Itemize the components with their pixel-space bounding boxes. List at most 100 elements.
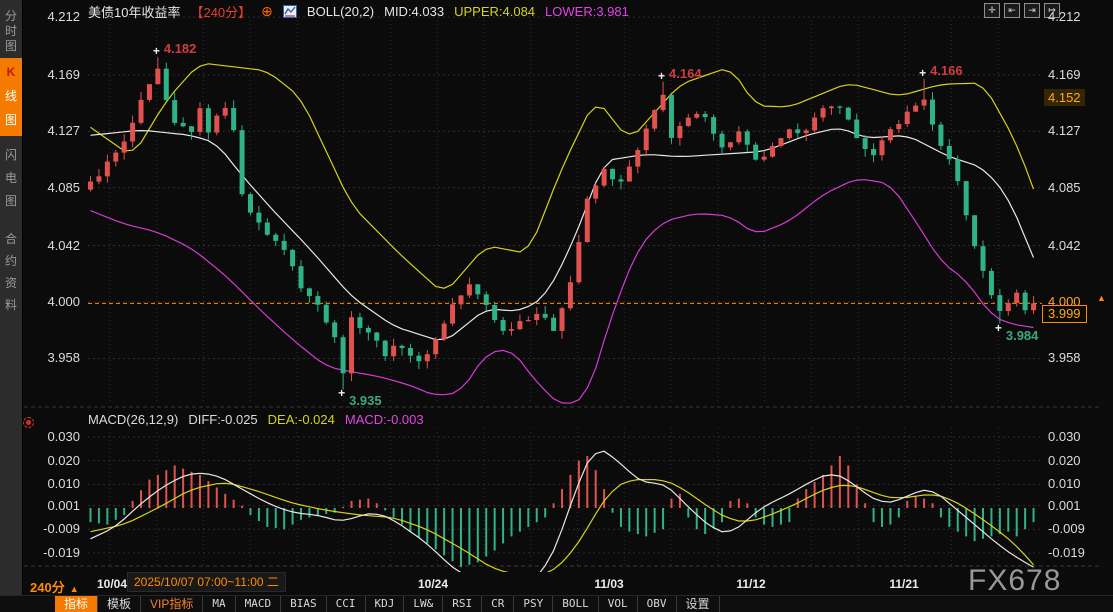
tab-settings[interactable]: 设置 <box>677 596 720 612</box>
sidebar-item-char: 料 <box>0 294 22 316</box>
sidebar-item-char: K <box>0 60 22 84</box>
sidebar-item-char: 图 <box>0 108 22 132</box>
tab-vol[interactable]: VOL <box>599 596 638 612</box>
price-tick-right: 4.085 <box>1048 180 1081 195</box>
tab-obv[interactable]: OBV <box>638 596 677 612</box>
current-price-label: 3.999 <box>1042 305 1087 323</box>
x-axis-date-label: 10/04 <box>97 577 127 591</box>
macd-tick-left: -0.009 <box>28 521 80 536</box>
sidebar-item-char: 图 <box>0 190 22 213</box>
price-tick-left: 4.212 <box>28 9 80 24</box>
sidebar-item-contract-info[interactable]: 合约资料 <box>0 226 22 322</box>
extreme-cross-marker: + <box>919 68 926 78</box>
price-tick-right: 4.042 <box>1048 238 1081 253</box>
circle-plus-icon[interactable]: ⊕ <box>261 5 273 18</box>
timeframe-label[interactable]: 240分▲ <box>30 577 79 596</box>
macd-tick-right: 0.001 <box>1048 498 1081 513</box>
extreme-price-annotation: 3.984 <box>1006 328 1039 343</box>
macd-tick-left: 0.001 <box>28 498 80 513</box>
extreme-price-annotation: 4.164 <box>669 66 702 81</box>
kline-app: 分时图K线图闪电图合约资料 美债10年收益率 【240分】 ⊕ BOLL(20,… <box>0 0 1113 612</box>
x-axis-date-label: 11/03 <box>594 577 623 591</box>
extreme-price-annotation: 4.166 <box>930 63 963 78</box>
instrument-title: 美债10年收益率 <box>88 2 180 21</box>
candle-info-tooltip: 2025/10/07 07:00~11:00 二 <box>127 572 286 592</box>
macd-tick-left: 0.010 <box>28 476 80 491</box>
interval-tag[interactable]: 【240分】 <box>190 2 251 21</box>
x-axis-date-label: 11/12 <box>736 577 765 591</box>
sidebar-item-char: 分 <box>0 9 22 24</box>
price-tick-right: 3.958 <box>1048 350 1081 365</box>
dea-value: DEA:-0.024 <box>268 412 335 427</box>
price-tick-left: 4.169 <box>28 67 80 82</box>
pan-icon[interactable]: ✛ <box>984 3 1000 18</box>
price-tick-left: 4.085 <box>28 180 80 195</box>
sidebar-item-char: 闪 <box>0 144 22 167</box>
sidebar-item-kline-chart[interactable]: K线图 <box>0 58 22 136</box>
tab-bias[interactable]: BIAS <box>281 596 327 612</box>
sidebar-item-char: 电 <box>0 167 22 190</box>
macd-indicator-labels: MACD(26,12,9) DIFF:-0.025 DEA:-0.024 MAC… <box>88 412 424 427</box>
tab-kdj[interactable]: KDJ <box>366 596 405 612</box>
tab-cr[interactable]: CR <box>482 596 514 612</box>
indicator-tabbar: 指标模板VIP指标MAMACDBIASCCIKDJLW&RSICRPSYBOLL… <box>0 595 1113 612</box>
tab-psy[interactable]: PSY <box>514 596 553 612</box>
macd-value: MACD:-0.003 <box>345 412 424 427</box>
price-tick-left: 4.127 <box>28 123 80 138</box>
price-tick-right: 4.169 <box>1048 67 1081 82</box>
tab-rsi[interactable]: RSI <box>443 596 482 612</box>
tab-lw[interactable]: LW& <box>404 596 443 612</box>
boll-params: BOLL(20,2) <box>307 4 374 19</box>
tab-vip-indicator[interactable]: VIP指标 <box>141 596 203 612</box>
sidebar-item-char: 图 <box>0 39 22 54</box>
tab-template[interactable]: 模板 <box>98 596 141 612</box>
tab-boll[interactable]: BOLL <box>553 596 599 612</box>
extreme-cross-marker: + <box>338 388 345 398</box>
macd-tick-right: 0.030 <box>1048 429 1081 444</box>
x-axis-date-label: 10/24 <box>418 577 448 591</box>
sidebar-item-char: 约 <box>0 250 22 272</box>
chart-header: 美债10年收益率 【240分】 ⊕ BOLL(20,2) MID:4.033 U… <box>88 3 629 19</box>
tab-ma[interactable]: MA <box>203 596 235 612</box>
price-tick-right: 4.127 <box>1048 123 1081 138</box>
boll-mid-value: MID:4.033 <box>384 4 444 19</box>
axis-scale-left-icon[interactable]: ⇤ <box>1004 3 1020 18</box>
macd-tick-right: -0.019 <box>1048 545 1085 560</box>
macd-tick-left: -0.019 <box>28 545 80 560</box>
tab-macd[interactable]: MACD <box>236 596 282 612</box>
price-tick-left: 4.000 <box>28 294 80 309</box>
price-tick-right: 4.212 <box>1048 9 1081 24</box>
x-axis-date-label: 11/21 <box>889 577 918 591</box>
extreme-price-annotation: 3.935 <box>349 393 382 408</box>
macd-params: MACD(26,12,9) <box>88 412 178 427</box>
triangle-up-icon: ▲ <box>70 584 79 594</box>
sidebar-item-time-chart[interactable]: 分时图 <box>0 7 22 57</box>
sidebar-item-char: 时 <box>0 24 22 39</box>
tab-cci[interactable]: CCI <box>327 596 366 612</box>
macd-tick-left: 0.030 <box>28 429 80 444</box>
sidebar-item-flash-chart[interactable]: 闪电图 <box>0 142 22 216</box>
price-tick-left: 3.958 <box>28 350 80 365</box>
sidebar-item-char: 线 <box>0 84 22 108</box>
extreme-cross-marker: + <box>153 46 160 56</box>
boll-lower-value: LOWER:3.981 <box>545 4 629 19</box>
boll-upper-value: UPPER:4.084 <box>454 4 535 19</box>
extreme-price-annotation: 4.182 <box>164 41 197 56</box>
sidebar-item-char: 资 <box>0 272 22 294</box>
extreme-cross-marker: + <box>995 323 1002 333</box>
diff-value: DIFF:-0.025 <box>188 412 257 427</box>
panel-divider-icon[interactable] <box>23 417 34 428</box>
highlight-price-label: 4.152 <box>1044 89 1085 106</box>
axis-scale-right-icon[interactable]: ⇥ <box>1024 3 1040 18</box>
macd-tick-right: 0.020 <box>1048 453 1081 468</box>
watermark: FX678 <box>968 564 1061 598</box>
sidebar: 分时图K线图闪电图合约资料 <box>0 0 23 612</box>
chart-canvas[interactable] <box>0 0 1113 612</box>
price-tick-left: 4.042 <box>28 238 80 253</box>
macd-tick-left: 0.020 <box>28 453 80 468</box>
line-chart-icon <box>283 5 297 18</box>
extreme-cross-marker: + <box>658 71 665 81</box>
tab-indicator[interactable]: 指标 <box>55 596 98 612</box>
sidebar-item-char: 合 <box>0 228 22 250</box>
macd-tick-right: 0.010 <box>1048 476 1081 491</box>
